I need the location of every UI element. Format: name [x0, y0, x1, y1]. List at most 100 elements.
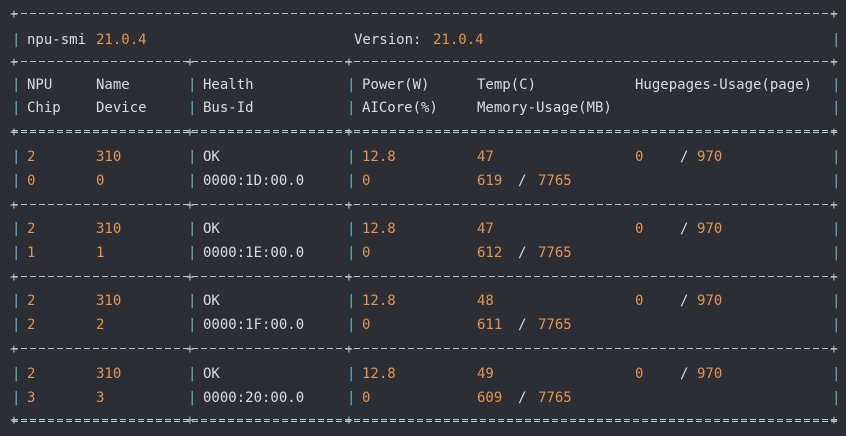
power-value: 12.8 — [362, 149, 396, 165]
hugepages-total: 970 — [697, 366, 723, 382]
slash-separator: / — [518, 390, 527, 406]
junction-plus: + — [186, 413, 194, 428]
border-pipe: | — [12, 245, 21, 261]
border-pipe: | — [12, 317, 21, 333]
junction-plus: + — [830, 198, 838, 213]
device-id: 3 — [96, 390, 105, 406]
aicore-value: 0 — [362, 317, 371, 333]
hugepages-total: 970 — [697, 149, 723, 165]
col-pipe: | — [347, 173, 356, 189]
slash-separator: / — [680, 221, 689, 237]
col-name: Name — [96, 77, 130, 93]
col-chip: Chip — [27, 100, 61, 116]
header-separator — [12, 61, 837, 62]
col-pipe: | — [347, 366, 356, 382]
temp-value: 49 — [477, 366, 494, 382]
bus-id: 0000:20:00.0 — [203, 390, 305, 406]
col-pipe: | — [347, 100, 356, 116]
junction-plus: + — [830, 55, 838, 70]
memory-used: 612 — [477, 245, 503, 261]
col-memory-usage: Memory-Usage(MB) — [477, 100, 612, 116]
chip-id: 1 — [27, 245, 36, 261]
npu-id: 2 — [27, 149, 36, 165]
slash-separator: / — [680, 149, 689, 165]
junction-plus: + — [345, 270, 353, 285]
hugepages-used: 0 — [635, 149, 644, 165]
device-id: 2 — [96, 317, 105, 333]
hugepages-used: 0 — [635, 221, 644, 237]
border-pipe: | — [832, 77, 841, 93]
temp-value: 47 — [477, 221, 494, 237]
col-hugepages: Hugepages-Usage(page) — [635, 77, 813, 93]
chip-id: 3 — [27, 390, 36, 406]
col-pipe: | — [347, 149, 356, 165]
row-separator — [12, 204, 837, 205]
chip-id: 0 — [27, 173, 36, 189]
bus-id: 0000:1D:00.0 — [203, 173, 305, 189]
memory-total: 7765 — [538, 390, 572, 406]
border-pipe: | — [832, 245, 841, 261]
border-pipe: | — [12, 221, 21, 237]
col-pipe: | — [188, 77, 197, 93]
npu-id: 2 — [27, 366, 36, 382]
junction-plus: + — [345, 55, 353, 70]
bus-id: 0000:1E:00.0 — [203, 245, 305, 261]
power-value: 12.8 — [362, 366, 396, 382]
slash-separator: / — [518, 317, 527, 333]
col-pipe: | — [188, 245, 197, 261]
junction-plus: + — [830, 413, 838, 428]
health-status: OK — [203, 221, 220, 237]
junction-plus: + — [10, 7, 18, 22]
border-pipe: | — [832, 317, 841, 333]
hugepages-total: 970 — [697, 221, 723, 237]
junction-plus: + — [186, 125, 194, 140]
junction-plus: + — [345, 198, 353, 213]
row-separator — [12, 348, 837, 349]
version-label: Version: — [354, 32, 422, 48]
border-pipe: | — [12, 32, 21, 48]
col-aicore: AICore(%) — [362, 100, 438, 116]
border-pipe: | — [832, 366, 841, 382]
npu-id: 2 — [27, 293, 36, 309]
health-status: OK — [203, 149, 220, 165]
col-pipe: | — [188, 317, 197, 333]
memory-total: 7765 — [538, 173, 572, 189]
junction-plus: + — [10, 55, 18, 70]
border-pipe: | — [12, 77, 21, 93]
border-pipe: | — [832, 293, 841, 309]
npu-name: 310 — [96, 221, 122, 237]
junction-plus: + — [830, 125, 838, 140]
bottom-border — [12, 419, 837, 422]
border-pipe: | — [832, 390, 841, 406]
border-pipe: | — [12, 293, 21, 309]
table-header-separator — [12, 130, 837, 133]
version-value: 21.0.4 — [433, 32, 484, 48]
top-border — [12, 13, 837, 14]
junction-plus: + — [830, 7, 838, 22]
npu-name: 310 — [96, 149, 122, 165]
memory-used: 619 — [477, 173, 503, 189]
aicore-value: 0 — [362, 245, 371, 261]
hugepages-used: 0 — [635, 366, 644, 382]
device-id: 1 — [96, 245, 105, 261]
tool-version: 21.0.4 — [96, 32, 147, 48]
npu-name: 310 — [96, 293, 122, 309]
col-pipe: | — [347, 390, 356, 406]
slash-separator: / — [518, 245, 527, 261]
col-pipe: | — [188, 173, 197, 189]
col-device: Device — [96, 100, 147, 116]
power-value: 12.8 — [362, 221, 396, 237]
col-temp: Temp(C) — [477, 77, 537, 93]
border-pipe: | — [12, 100, 21, 116]
bus-id: 0000:1F:00.0 — [203, 317, 305, 333]
col-pipe: | — [188, 100, 197, 116]
health-status: OK — [203, 366, 220, 382]
memory-total: 7765 — [538, 245, 572, 261]
slash-separator: / — [680, 366, 689, 382]
col-pipe: | — [188, 221, 197, 237]
row-separator — [12, 276, 837, 277]
junction-plus: + — [10, 198, 18, 213]
terminal-screen: | npu-smi 21.0.4 Version: 21.0.4 | | NPU… — [0, 0, 846, 436]
border-pipe: | — [832, 32, 841, 48]
junction-plus: + — [830, 342, 838, 357]
